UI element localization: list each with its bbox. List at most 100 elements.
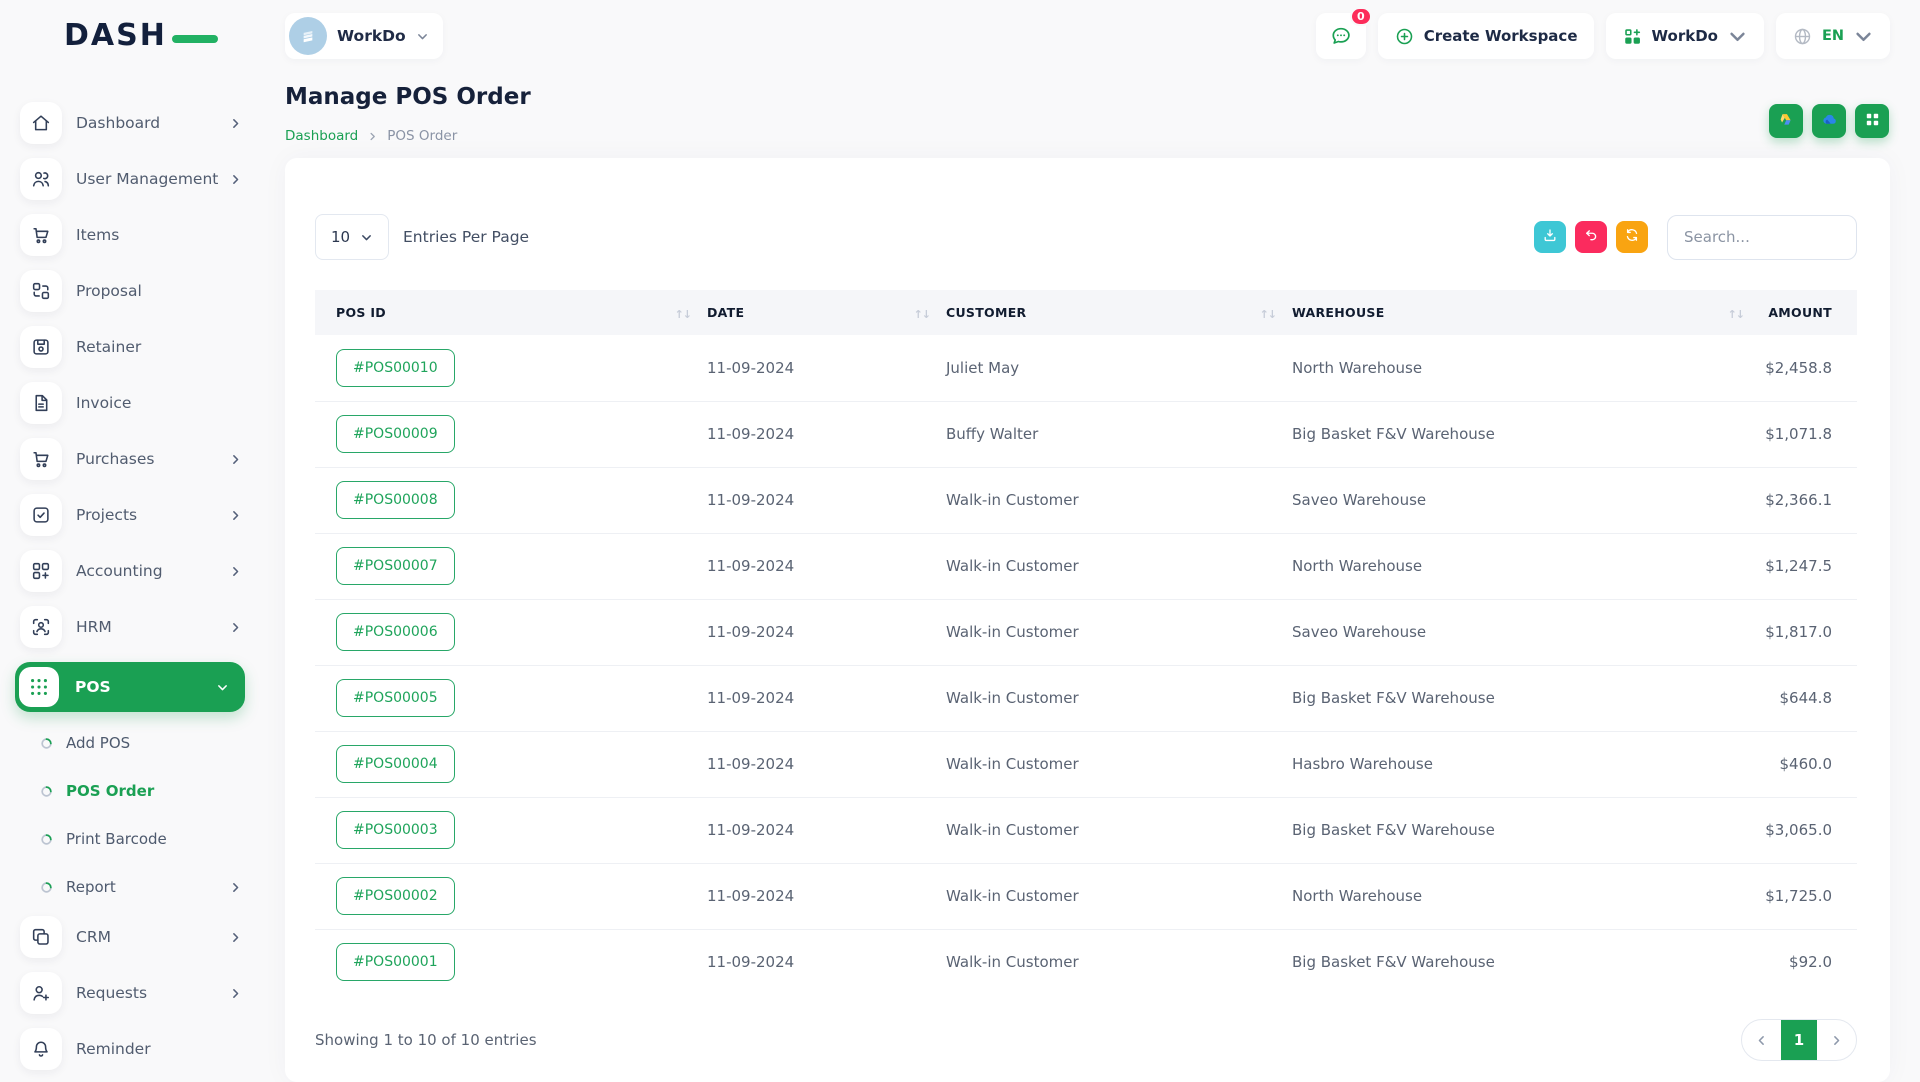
undo-button[interactable] [1575,221,1607,253]
cell-warehouse: Hasbro Warehouse [1292,731,1760,797]
table-row: #POS00002 11-09-2024 Walk-in Customer No… [315,863,1857,929]
cell-customer: Walk-in Customer [946,533,1292,599]
pos-id-badge[interactable]: #POS00005 [336,679,455,717]
chevron-right-icon [229,987,242,1000]
sidebar-item-reminder[interactable]: Reminder [20,1028,242,1070]
grid-view-button[interactable] [1855,104,1889,138]
pos-id-badge[interactable]: #POS00010 [336,349,455,387]
sidebar-item-user-management[interactable]: User Management [20,158,242,200]
sidebar-item-pos[interactable]: POS [15,662,245,712]
sidebar-item-retainer[interactable]: Retainer [20,326,242,368]
pos-id-badge[interactable]: #POS00008 [336,481,455,519]
pagination-next-button[interactable] [1817,1020,1856,1060]
google-drive-button[interactable] [1769,104,1803,138]
breadcrumb-dashboard-link[interactable]: Dashboard [285,128,358,144]
table-row: #POS00001 11-09-2024 Walk-in Customer Bi… [315,929,1857,995]
table-row: #POS00003 11-09-2024 Walk-in Customer Bi… [315,797,1857,863]
entries-per-page-select[interactable]: 10 [315,214,389,260]
notification-badge: 0 [1350,7,1372,26]
circle-bullet-icon [40,881,53,894]
cell-customer: Walk-in Customer [946,863,1292,929]
column-header-customer[interactable]: ↑↓CUSTOMER [946,290,1292,335]
sidebar-item-requests[interactable]: Requests [20,972,242,1014]
column-header-label: DATE [707,305,744,320]
cell-customer: Walk-in Customer [946,599,1292,665]
workspace-switcher[interactable]: WorkDo [285,13,443,59]
cart-icon [20,214,62,256]
chevron-down-icon [1853,26,1874,47]
cell-date: 11-09-2024 [707,533,946,599]
column-header-pos-id[interactable]: ↑↓POS ID [315,290,707,335]
sidebar-item-dashboard[interactable]: Dashboard [20,102,242,144]
checkbox-icon [20,494,62,536]
refresh-button[interactable] [1616,221,1648,253]
bell-icon [20,1028,62,1070]
sidebar-item-invoice[interactable]: Invoice [20,382,242,424]
cell-amount: $92.0 [1760,929,1857,995]
workdo-menu-button[interactable]: WorkDo [1606,13,1764,59]
language-selector[interactable]: EN [1776,13,1890,59]
chevron-right-icon [229,173,242,186]
sort-icon[interactable]: ↑↓ [1260,308,1276,321]
sidebar-item-proposal[interactable]: Proposal [20,270,242,312]
sidebar-subitem-add-pos[interactable]: Add POS [0,724,242,762]
pos-id-badge[interactable]: #POS00002 [336,877,455,915]
breadcrumb-current: POS Order [387,128,457,144]
cell-amount: $2,458.8 [1760,335,1857,401]
cell-customer: Juliet May [946,335,1292,401]
sort-icon[interactable]: ↑↓ [1728,308,1744,321]
column-header-amount[interactable]: AMOUNT [1760,290,1857,335]
notifications-button[interactable]: 0 [1316,13,1366,59]
cell-amount: $3,065.0 [1760,797,1857,863]
circle-bullet-icon [40,737,53,750]
sidebar-item-purchases[interactable]: Purchases [20,438,242,480]
sidebar-item-items[interactable]: Items [20,214,242,256]
language-code: EN [1822,28,1844,44]
cell-warehouse: Saveo Warehouse [1292,599,1760,665]
pos-id-badge[interactable]: #POS00001 [336,943,455,981]
chat-bubble-icon [1329,24,1353,48]
sidebar-subitem-report[interactable]: Report [0,868,242,906]
pos-id-badge[interactable]: #POS00009 [336,415,455,453]
pagination-prev-button[interactable] [1742,1020,1781,1060]
export-button[interactable] [1534,221,1566,253]
breadcrumb: Dashboard POS Order [285,128,457,144]
create-workspace-button[interactable]: Create Workspace [1378,13,1594,59]
sidebar-item-crm[interactable]: CRM [20,916,242,958]
pagination-page-1[interactable]: 1 [1781,1020,1817,1060]
tool-buttons [1534,221,1648,253]
sidebar-subitem-print-barcode[interactable]: Print Barcode [0,820,242,858]
cell-customer: Walk-in Customer [946,731,1292,797]
cell-warehouse: Big Basket F&V Warehouse [1292,665,1760,731]
sidebar-item-label: Items [76,226,119,244]
column-header-warehouse[interactable]: ↑↓WAREHOUSE [1292,290,1760,335]
entries-per-page-label: Entries Per Page [403,228,529,246]
sort-icon[interactable]: ↑↓ [675,308,691,321]
chevron-down-icon [1727,26,1748,47]
cell-customer: Walk-in Customer [946,929,1292,995]
pos-id-badge[interactable]: #POS00004 [336,745,455,783]
sidebar-item-label: CRM [76,928,111,946]
cell-customer: Buffy Walter [946,401,1292,467]
cell-date: 11-09-2024 [707,401,946,467]
grid-icon [1863,110,1882,133]
sidebar-subitem-label: Report [66,878,116,896]
app-root: DASH WorkDo 0 Create Workspace WorkDo [0,0,1920,1080]
table-head: ↑↓POS ID↑↓DATE↑↓CUSTOMER↑↓WAREHOUSEAMOUN… [315,290,1857,335]
sort-icon[interactable]: ↑↓ [914,308,930,321]
sidebar-item-accounting[interactable]: Accounting [20,550,242,592]
cell-warehouse: North Warehouse [1292,863,1760,929]
entries-per-page-value: 10 [331,228,350,246]
workdo-menu-label: WorkDo [1652,27,1718,45]
column-header-date[interactable]: ↑↓ DATE [707,290,946,335]
building-icon [298,26,318,46]
pos-id-badge[interactable]: #POS00003 [336,811,455,849]
pos-id-badge[interactable]: #POS00006 [336,613,455,651]
onedrive-button[interactable] [1812,104,1846,138]
sidebar-item-hrm[interactable]: HRM [20,606,242,648]
copy-cards-icon [20,916,62,958]
search-input[interactable] [1667,215,1857,260]
pos-id-badge[interactable]: #POS00007 [336,547,455,585]
sidebar-subitem-pos-order[interactable]: POS Order [0,772,242,810]
sidebar-item-projects[interactable]: Projects [20,494,242,536]
